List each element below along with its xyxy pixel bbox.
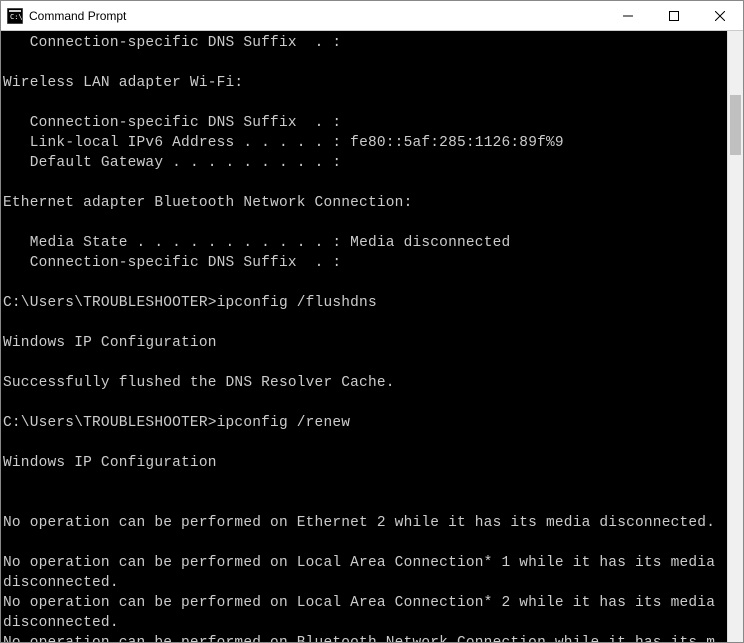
app-icon: C:\	[7, 8, 23, 24]
window-titlebar: C:\ Command Prompt	[1, 1, 743, 31]
window-title: Command Prompt	[29, 9, 605, 23]
scrollbar-thumb[interactable]	[730, 95, 741, 155]
terminal-output[interactable]: Connection-specific DNS Suffix . : Wirel…	[1, 31, 727, 642]
close-button[interactable]	[697, 1, 743, 30]
vertical-scrollbar[interactable]	[727, 31, 743, 642]
window-controls	[605, 1, 743, 30]
maximize-button[interactable]	[651, 1, 697, 30]
minimize-button[interactable]	[605, 1, 651, 30]
content-area: Connection-specific DNS Suffix . : Wirel…	[1, 31, 743, 642]
svg-text:C:\: C:\	[10, 13, 23, 21]
